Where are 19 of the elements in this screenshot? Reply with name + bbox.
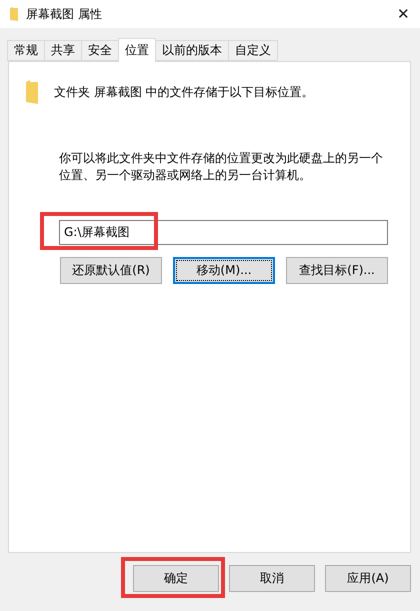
dialog-button[interactable]: 应用(A): [325, 565, 411, 592]
dialog-button[interactable]: 确定: [133, 565, 219, 592]
dialog-button[interactable]: 取消: [229, 565, 315, 592]
tab[interactable]: 共享: [44, 40, 82, 61]
folder-icon: [10, 7, 18, 21]
folder-icon: [26, 80, 38, 104]
tab[interactable]: 常规: [7, 40, 45, 61]
path-field[interactable]: G:\屏幕截图: [59, 220, 388, 245]
tab[interactable]: 位置: [118, 38, 156, 62]
tab[interactable]: 以前的版本: [155, 40, 229, 61]
action-button[interactable]: 查找目标(F)...: [286, 257, 388, 284]
tab[interactable]: 安全: [81, 40, 119, 61]
tab[interactable]: 自定义: [228, 40, 278, 61]
close-button[interactable]: ✕: [393, 5, 414, 23]
action-button[interactable]: 移动(M)...: [173, 257, 275, 284]
action-button[interactable]: 还原默认值(R): [60, 257, 162, 284]
location-heading: 文件夹 屏幕截图 中的文件存储于以下目标位置。: [54, 84, 314, 100]
window-title: 屏幕截图 属性: [26, 6, 103, 22]
description-text: 你可以将此文件夹中文件存储的位置更改为此硬盘上的另一个位置、另一个驱动器或网络上的另一台计算机。: [59, 150, 384, 184]
